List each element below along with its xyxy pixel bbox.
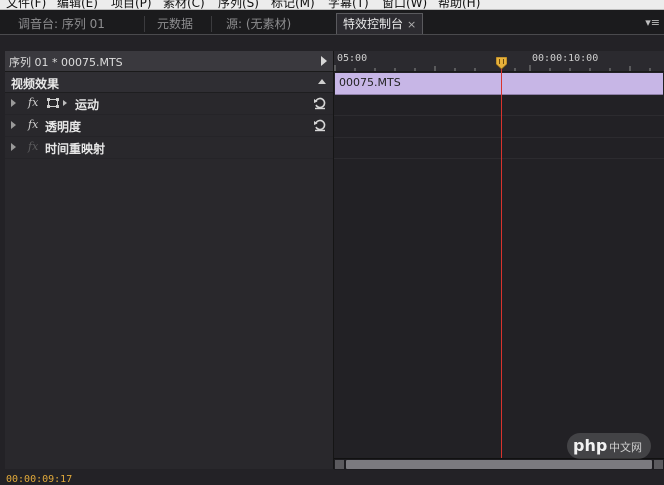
menu-sequence[interactable]: 序列(S) (218, 0, 259, 9)
tab-divider (211, 16, 212, 32)
motion-transform-icon[interactable] (47, 98, 59, 108)
menu-edit[interactable]: 编辑(E) (57, 0, 98, 9)
menu-clip[interactable]: 素材(C) (163, 0, 205, 9)
effect-name-motion: 运动 (75, 98, 100, 112)
reset-icon[interactable] (313, 118, 327, 132)
tab-effect-controls-label: 特效控制台 (343, 17, 404, 31)
effect-row-motion[interactable]: fx 运动 (5, 93, 333, 115)
fx-icon[interactable]: fx (28, 96, 38, 109)
menu-help[interactable]: 帮助(H) (438, 0, 480, 9)
scroll-thumb[interactable] (346, 460, 652, 469)
expand-triangle-icon[interactable] (11, 143, 16, 151)
timeline-row-divider (334, 115, 664, 116)
reset-icon[interactable] (313, 96, 327, 110)
motion-submenu-triangle-icon[interactable] (63, 100, 67, 106)
tab-metadata[interactable]: 元数据 (157, 14, 193, 34)
tab-divider (144, 16, 145, 32)
menu-bar: 文件(F) 编辑(E) 项目(P) 素材(C) 序列(S) 标记(M) 字幕(T… (0, 0, 664, 10)
ruler-label-10s: 00:00:10:00 (532, 53, 599, 64)
menu-marker[interactable]: 标记(M) (271, 0, 315, 9)
effect-name-opacity: 透明度 (45, 120, 82, 134)
status-strip: 00:00:09:17 (0, 470, 664, 485)
menu-window[interactable]: 窗口(W) (382, 0, 427, 9)
collapse-up-icon[interactable] (318, 79, 326, 84)
panel-tab-bar: 调音台: 序列 01 元数据 源: (无素材) 特效控制台 × ▾≡ (0, 10, 664, 35)
tab-source[interactable]: 源: (无素材) (226, 14, 291, 34)
watermark-logo: php 中文网 (567, 433, 651, 459)
effect-name-time-remapping: 时间重映射 (45, 142, 106, 156)
clip-bar-label: 00075.MTS (339, 76, 401, 89)
scroll-left-button[interactable] (335, 460, 344, 469)
tab-audio-mixer[interactable]: 调音台: 序列 01 (18, 14, 105, 34)
playhead-handle-icon[interactable] (496, 57, 507, 69)
fx-icon[interactable]: fx (28, 118, 38, 131)
effect-controls-panel: 序列 01 * 00075.MTS 视频效果 fx 运动 fx 透明度 fx 时… (5, 51, 334, 469)
expand-triangle-icon[interactable] (11, 121, 16, 129)
timeline-horizontal-scrollbar[interactable] (334, 458, 664, 470)
scroll-right-button[interactable] (654, 460, 663, 469)
menu-title[interactable]: 字幕(T) (328, 0, 369, 9)
watermark-text: php (573, 436, 608, 455)
menu-project[interactable]: 项目(P) (111, 0, 152, 9)
watermark-subtext: 中文网 (609, 441, 642, 454)
show-timeline-arrow-icon[interactable] (321, 56, 327, 66)
expand-triangle-icon[interactable] (11, 99, 16, 107)
ruler-label-start: 05:00 (337, 53, 368, 64)
timeline-row-divider (334, 137, 664, 138)
menu-file[interactable]: 文件(F) (6, 0, 46, 9)
panel-menu-icon[interactable]: ▾≡ (645, 16, 660, 29)
close-icon[interactable]: × (407, 18, 416, 31)
sequence-clip-label: 序列 01 * 00075.MTS (9, 56, 123, 69)
clip-bar[interactable]: 00075.MTS (335, 73, 663, 95)
tab-effect-controls[interactable]: 特效控制台 × (336, 13, 424, 34)
effect-row-opacity[interactable]: fx 透明度 (5, 115, 333, 137)
timeline-row-divider (334, 158, 664, 159)
video-effects-title: 视频效果 (11, 77, 60, 91)
effect-timeline-panel[interactable]: 05:00 00:00:10:00 00075.MTS (334, 51, 664, 470)
playhead-line[interactable] (501, 63, 502, 461)
effect-row-time-remapping[interactable]: fx 时间重映射 (5, 137, 333, 159)
video-effects-header: 视频效果 (5, 72, 333, 93)
fx-icon: fx (28, 140, 39, 153)
sequence-header: 序列 01 * 00075.MTS (5, 51, 333, 72)
